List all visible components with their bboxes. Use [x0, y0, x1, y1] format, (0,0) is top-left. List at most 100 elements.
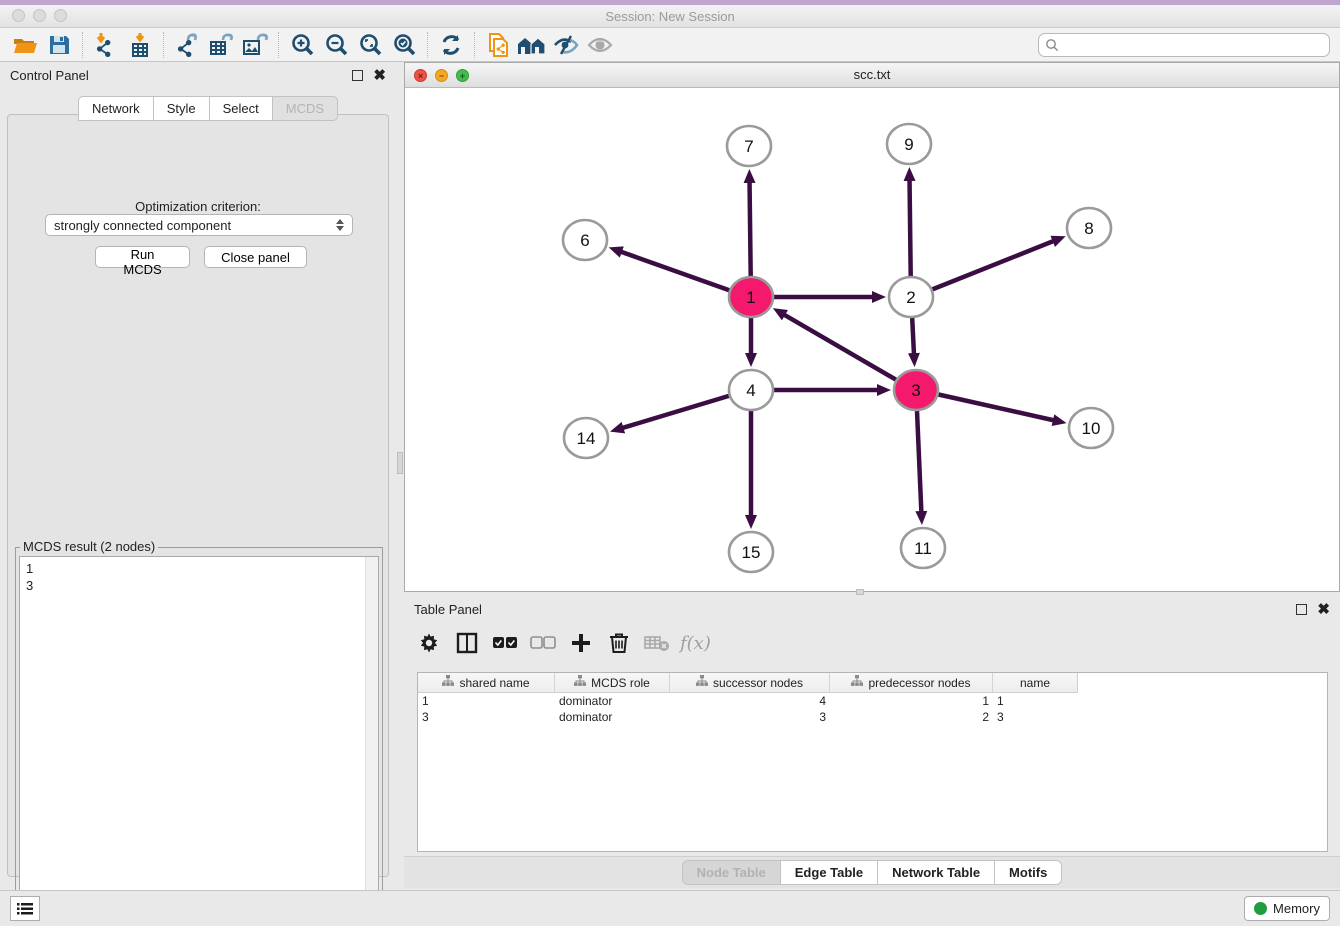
table-close-panel-icon[interactable]: ✖	[1317, 604, 1330, 615]
import-table-button[interactable]	[123, 30, 157, 60]
column-header-MCDS-role[interactable]: MCDS role	[555, 673, 670, 692]
zoom-selected-button[interactable]	[387, 30, 421, 60]
memory-button[interactable]: Memory	[1244, 896, 1330, 921]
graph-node-14[interactable]: 14	[564, 418, 608, 458]
horizontal-splitter-handle[interactable]	[856, 589, 864, 595]
result-scrollbar[interactable]	[365, 557, 378, 920]
table-float-panel-icon[interactable]	[1296, 604, 1307, 615]
export-table-button[interactable]	[204, 30, 238, 60]
control-panel: Control Panel ✖ NetworkStyleSelectMCDS O…	[0, 62, 396, 890]
graph-edge-4-14[interactable]	[620, 396, 729, 429]
delete-row-icon	[609, 632, 629, 657]
first-neighbors-button[interactable]	[515, 30, 549, 60]
duplicate-network-icon	[486, 32, 510, 58]
node-label: 11	[914, 539, 932, 558]
delete-table-button	[640, 627, 674, 661]
graph-edge-2-9[interactable]	[910, 177, 911, 276]
column-header-successor-nodes[interactable]: successor nodes	[670, 673, 830, 692]
graph-edge-3-11[interactable]	[917, 411, 922, 515]
graph-node-1[interactable]: 1	[729, 277, 773, 317]
graph-node-6[interactable]: 6	[563, 220, 607, 260]
zoom-out-button[interactable]	[319, 30, 353, 60]
graph-node-7[interactable]: 7	[727, 126, 771, 166]
column-tree-icon	[696, 675, 708, 690]
cell-shared-name[interactable]: 3	[418, 710, 555, 724]
duplicate-network-button[interactable]	[481, 30, 515, 60]
zoom-fit-button[interactable]	[353, 30, 387, 60]
graph-node-9[interactable]: 9	[887, 124, 931, 164]
graph-node-15[interactable]: 15	[729, 532, 773, 572]
graph-node-11[interactable]: 11	[901, 528, 945, 568]
tab-node-table[interactable]: Node Table	[683, 861, 781, 884]
export-network-button[interactable]	[170, 30, 204, 60]
open-session-button[interactable]	[8, 30, 42, 60]
add-row-icon	[570, 632, 592, 657]
node-table[interactable]: shared nameMCDS rolesuccessor nodesprede…	[417, 672, 1328, 852]
delete-row-button[interactable]	[602, 627, 636, 661]
export-image-button[interactable]	[238, 30, 272, 60]
vertical-splitter-handle[interactable]	[397, 452, 403, 474]
graph-node-8[interactable]: 8	[1067, 208, 1111, 248]
tab-network[interactable]: Network	[78, 96, 153, 121]
select-all-checks-icon	[492, 636, 518, 653]
table-toolbar: f(x)	[412, 622, 712, 666]
optimization-criterion-dropdown[interactable]: strongly connected component	[45, 214, 353, 236]
gear-button[interactable]	[412, 627, 446, 661]
column-header-name[interactable]: name	[993, 673, 1077, 692]
graph-node-4[interactable]: 4	[729, 370, 773, 410]
tab-select[interactable]: Select	[209, 96, 272, 121]
tab-edge-table[interactable]: Edge Table	[781, 861, 878, 884]
clear-checks-button[interactable]	[526, 627, 560, 661]
close-panel-icon[interactable]: ✖	[373, 70, 386, 81]
cell-successor-nodes[interactable]: 3	[670, 710, 830, 724]
graph-edge-3-1[interactable]	[782, 313, 897, 380]
graph-edge-1-6[interactable]	[618, 251, 729, 291]
task-history-button[interactable]	[10, 896, 40, 921]
tab-network-table[interactable]: Network Table	[878, 861, 995, 884]
show-graphics-details-button[interactable]	[583, 30, 617, 60]
search-input[interactable]	[1059, 35, 1329, 55]
cell-shared-name[interactable]: 1	[418, 694, 555, 708]
cell-successor-nodes[interactable]: 4	[670, 694, 830, 708]
add-row-button[interactable]	[564, 627, 598, 661]
import-network-button[interactable]	[89, 30, 123, 60]
node-label: 8	[1084, 219, 1093, 238]
float-panel-icon[interactable]	[352, 70, 363, 81]
graph-edge-1-7[interactable]	[750, 179, 751, 276]
close-panel-button[interactable]: Close panel	[204, 246, 307, 268]
graph-edge-2-3[interactable]	[912, 318, 914, 357]
vertical-splitter[interactable]	[396, 62, 404, 890]
mcds-result-textarea[interactable]: 1 3	[19, 556, 379, 921]
mcds-tab-content: Optimization criterion: strongly connect…	[7, 114, 389, 877]
cell-name[interactable]: 3	[993, 710, 1077, 724]
save-session-button[interactable]	[42, 30, 76, 60]
graph-node-2[interactable]: 2	[889, 277, 933, 317]
column-header-predecessor-nodes[interactable]: predecessor nodes	[830, 673, 993, 692]
cell-predecessor-nodes[interactable]: 2	[830, 710, 993, 724]
tab-motifs[interactable]: Motifs	[995, 861, 1061, 884]
cell-MCDS-role[interactable]: dominator	[555, 694, 670, 708]
columns-button[interactable]	[450, 627, 484, 661]
hide-panels-button[interactable]	[549, 30, 583, 60]
network-canvas[interactable]: 7 9 6 8 1 2 4 3 14 10 15 11	[405, 88, 1339, 591]
table-row[interactable]: 3dominator323	[418, 709, 1327, 725]
graph-edge-2-8[interactable]	[932, 240, 1056, 290]
search-field[interactable]	[1038, 33, 1330, 57]
tab-mcds[interactable]: MCDS	[272, 96, 338, 121]
table-row[interactable]: 1dominator411	[418, 693, 1327, 709]
column-header-shared-name[interactable]: shared name	[418, 673, 555, 692]
graph-edge-3-10[interactable]	[939, 395, 1057, 422]
table-tabstrip: Node TableEdge TableNetwork TableMotifs	[404, 856, 1340, 888]
tab-style[interactable]: Style	[153, 96, 209, 121]
apply-layout-button[interactable]	[434, 30, 468, 60]
cell-name[interactable]: 1	[993, 694, 1077, 708]
select-all-checks-button[interactable]	[488, 627, 522, 661]
cell-MCDS-role[interactable]: dominator	[555, 710, 670, 724]
clear-checks-icon	[530, 636, 556, 653]
zoom-in-button[interactable]	[285, 30, 319, 60]
cell-predecessor-nodes[interactable]: 1	[830, 694, 993, 708]
graph-node-10[interactable]: 10	[1069, 408, 1113, 448]
status-bar: Memory	[0, 890, 1340, 926]
run-mcds-button[interactable]: Run MCDS	[95, 246, 190, 268]
graph-node-3[interactable]: 3	[894, 370, 938, 410]
